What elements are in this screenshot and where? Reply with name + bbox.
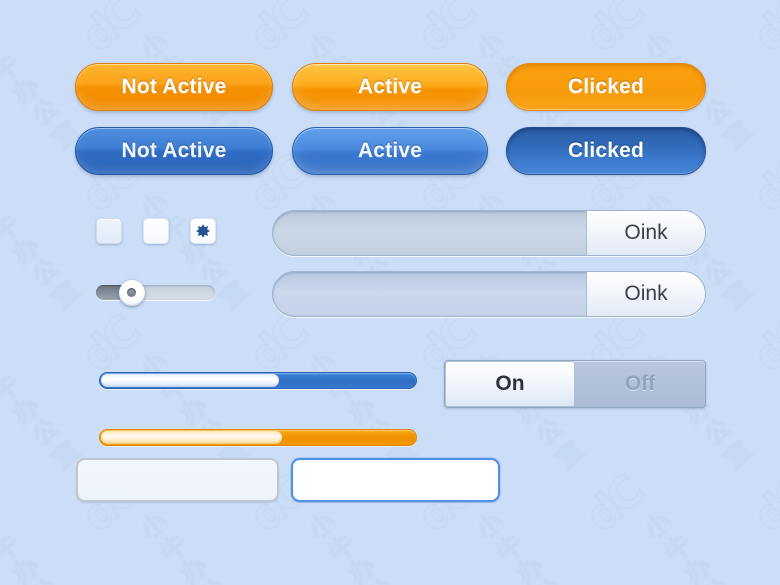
button-blue-active[interactable]: Active [292,127,488,175]
toggle-option-label: On [495,372,525,395]
button-label: Not Active [121,75,227,98]
button-label: Active [357,139,423,162]
search-bar-1[interactable]: Oink [272,210,706,256]
button-label: Active [357,75,423,98]
checkbox-unchecked[interactable] [143,218,169,244]
search-bar-2[interactable]: Oink [272,271,706,317]
progress-bar-orange [99,429,417,446]
oink-button-2[interactable]: Oink [586,272,705,316]
toggle-option-off[interactable]: Off [575,361,705,407]
oink-button-label: Oink [624,282,668,305]
toggle-option-label: Off [624,372,656,395]
progress-bar-blue [99,372,417,389]
checkbox-checked[interactable] [190,218,216,244]
onoff-toggle[interactable]: On Off [444,360,706,408]
progress-bar-orange-value [101,431,283,444]
search-input-2[interactable] [273,272,586,316]
oink-button-1[interactable]: Oink [586,211,705,255]
button-orange-clicked[interactable]: Clicked [506,63,706,111]
text-input-focused[interactable] [291,458,500,502]
button-blue-not-active[interactable]: Not Active [75,127,273,175]
button-label: Not Active [121,139,227,162]
button-orange-active[interactable]: Active [292,63,488,111]
toggle-option-on[interactable]: On [445,361,575,407]
search-input-1[interactable] [273,211,586,255]
slider-track[interactable] [96,279,215,306]
progress-bar-blue-value [101,374,280,387]
ui-kit-canvas: dC小牛办公室dC小牛办公室dC小牛办公室dC小牛办公室dC小牛办公室dC小牛办… [0,0,780,585]
button-orange-not-active[interactable]: Not Active [75,63,273,111]
button-label: Clicked [567,139,645,162]
button-blue-clicked[interactable]: Clicked [506,127,706,175]
oink-button-label: Oink [624,221,668,244]
text-input-idle[interactable] [76,458,279,502]
checkbox-unchecked-tinted[interactable] [96,218,122,244]
x-mark-icon [195,223,211,239]
button-label: Clicked [567,75,645,98]
slider-knob[interactable] [118,279,145,306]
